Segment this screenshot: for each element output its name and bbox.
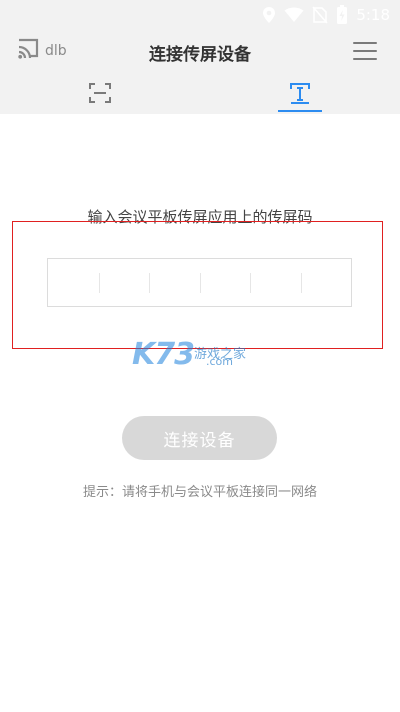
code-digit-cell[interactable] bbox=[98, 259, 150, 306]
page-title: 连接传屏设备 bbox=[149, 45, 251, 65]
code-input-icon bbox=[288, 81, 312, 109]
hint-text: 提示：请将手机与会议平板连接同一网络 bbox=[82, 485, 317, 500]
watermark: K73 游戏之家 .com bbox=[132, 333, 272, 373]
code-digit-cell[interactable] bbox=[199, 259, 251, 306]
code-digit-cell[interactable] bbox=[48, 259, 99, 306]
menu-button[interactable] bbox=[350, 39, 380, 63]
code-digit-cell[interactable] bbox=[250, 259, 301, 306]
code-digit-cell[interactable] bbox=[300, 259, 352, 306]
active-tab-indicator bbox=[278, 110, 322, 112]
connect-device-button[interactable]: 连接设备 bbox=[122, 416, 277, 460]
wifi-icon bbox=[284, 7, 304, 23]
tab-code[interactable] bbox=[270, 80, 330, 110]
status-bar: 5:18 bbox=[0, 0, 400, 30]
code-digit-cell[interactable] bbox=[149, 259, 200, 306]
cast-code-input[interactable] bbox=[47, 258, 352, 307]
location-icon bbox=[262, 6, 276, 24]
battery-icon bbox=[336, 5, 348, 25]
tab-scan[interactable] bbox=[70, 80, 130, 110]
scan-icon bbox=[88, 82, 112, 108]
watermark-domain: .com bbox=[206, 355, 233, 368]
watermark-logo: K73 bbox=[132, 337, 195, 372]
status-icons: 5:18 bbox=[262, 5, 390, 25]
header: dlb 连接传屏设备 bbox=[0, 30, 400, 114]
no-sim-icon bbox=[312, 6, 328, 24]
status-time: 5:18 bbox=[356, 6, 390, 24]
